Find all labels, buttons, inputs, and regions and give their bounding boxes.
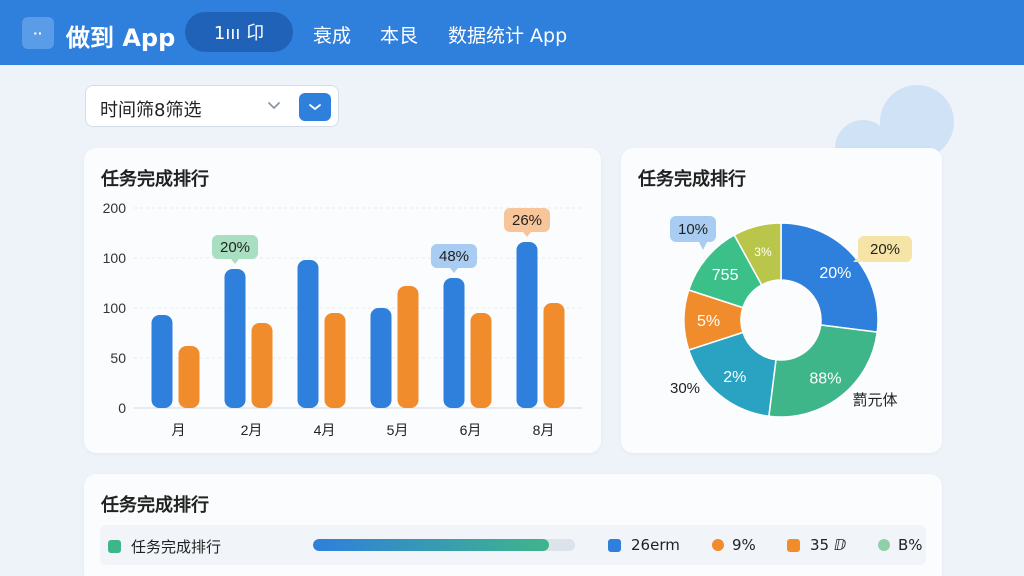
y-tick-label: 50 xyxy=(110,350,126,366)
legend-item-1[interactable]: 26erm xyxy=(608,536,680,554)
slice-label: 88% xyxy=(809,370,841,387)
x-tick-label: 5月 xyxy=(387,422,409,438)
callout-text: 48% xyxy=(439,248,469,265)
y-tick-label: 100 xyxy=(103,250,127,266)
legend-item-label: 9% xyxy=(732,536,756,554)
nav-pill-active[interactable]: 1ııı 卬 xyxy=(185,12,293,52)
menu-icon: ·· xyxy=(33,25,43,41)
bar xyxy=(178,346,200,408)
nav-item-3[interactable]: 数据统计 App xyxy=(448,21,567,48)
bar-chart-card: 任务完成排行 200 100 100 50 0 月 2月 4月 5月 6月 8月 20% 48% 26% xyxy=(84,148,601,453)
x-tick-label: 8月 xyxy=(533,422,555,438)
callout-pointer xyxy=(523,232,531,237)
legend-item-label: 35 ⅅ xyxy=(810,536,847,554)
y-tick-label: 100 xyxy=(103,300,127,316)
data-label-callout: 20% xyxy=(212,235,258,264)
x-tick-label: 月 xyxy=(172,422,186,438)
callout-top-left: 10% xyxy=(670,216,716,250)
callout-bottom-right: 藅元体 xyxy=(852,392,897,409)
legend-swatch xyxy=(787,538,800,552)
bar-chart: 200 100 100 50 0 月 2月 4月 5月 6月 8月 20% 48% 26% xyxy=(103,200,582,438)
top-bar: ·· 做到 App 1ııı 卬 衰成 本艮 数据统计 App xyxy=(0,0,1024,65)
bar xyxy=(443,278,465,408)
donut-chart: 20% 88% 2% 5% 755 3% 10% 20% 30% 藅元体 xyxy=(670,216,912,418)
donut-chart-card: 任务完成排行 20% 88% 2% 5% 755 3% 10% 20% 30% 藅元体 xyxy=(621,148,942,453)
chevron-down-icon xyxy=(268,102,280,110)
slice-label: 755 xyxy=(712,267,739,284)
bar xyxy=(251,323,273,408)
nav-item-2[interactable]: 本艮 xyxy=(380,21,418,48)
progress-bar xyxy=(313,539,575,551)
bar xyxy=(370,308,392,408)
bar xyxy=(224,269,246,408)
callout-pointer xyxy=(699,242,707,250)
slice-label: 20% xyxy=(819,265,851,282)
bar xyxy=(324,313,346,408)
time-filter-label: 时间筛8筛选 xyxy=(100,100,202,121)
legend-swatch xyxy=(608,538,621,552)
bar xyxy=(297,260,319,408)
callout-text: 20% xyxy=(870,241,900,258)
callout-text: 26% xyxy=(512,212,542,229)
app-title: 做到 App xyxy=(66,24,176,52)
legend-item-4[interactable]: B% xyxy=(878,536,923,554)
time-filter-select[interactable]: 时间筛8筛选 xyxy=(85,85,339,127)
legend-row-label: 任务完成排行 xyxy=(108,536,221,557)
data-label-callout: 48% xyxy=(431,244,477,273)
x-tick-label: 2月 xyxy=(241,422,263,438)
legend-item-2[interactable]: 9% xyxy=(712,536,756,554)
bottom-card-title: 任务完成排行 xyxy=(101,495,209,516)
chevron-down-icon xyxy=(309,104,321,111)
data-label-callout: 26% xyxy=(504,208,550,237)
callout-top-right: 20% xyxy=(853,236,912,262)
legend-swatch xyxy=(108,540,121,553)
bar xyxy=(543,303,565,408)
callout-text: 10% xyxy=(678,221,708,238)
callout-pointer xyxy=(450,268,458,273)
filter-dropdown-button[interactable] xyxy=(299,93,331,121)
callout-text: 20% xyxy=(220,239,250,256)
bar xyxy=(516,242,538,408)
nav-item-1[interactable]: 衰成 xyxy=(313,21,351,48)
y-tick-label: 200 xyxy=(103,200,127,216)
legend-row-text: 任务完成排行 xyxy=(131,538,222,556)
callout-bottom-left: 30% xyxy=(670,380,700,397)
slice-label: 2% xyxy=(723,369,746,386)
slice-label: 3% xyxy=(754,245,772,259)
y-tick-label: 0 xyxy=(118,400,126,416)
slice-label: 5% xyxy=(697,313,720,330)
legend-swatch xyxy=(878,539,890,551)
callout-text: 30% xyxy=(670,380,700,397)
legend-item-3[interactable]: 35 ⅅ xyxy=(787,536,846,554)
legend-item-label: B% xyxy=(898,536,923,554)
x-tick-label: 6月 xyxy=(460,422,482,438)
legend-swatch xyxy=(712,539,724,551)
progress-fill xyxy=(313,539,549,551)
bar xyxy=(470,313,492,408)
bar xyxy=(151,315,173,408)
x-tick-label: 4月 xyxy=(314,422,336,438)
callout-text: 藅元体 xyxy=(852,392,897,409)
menu-button[interactable]: ·· xyxy=(22,17,54,49)
legend-row: 任务完成排行 26erm 9% 35 ⅅ B% xyxy=(100,525,926,565)
legend-item-label: 26erm xyxy=(631,536,680,554)
callout-pointer xyxy=(231,259,239,264)
bar xyxy=(397,286,419,408)
